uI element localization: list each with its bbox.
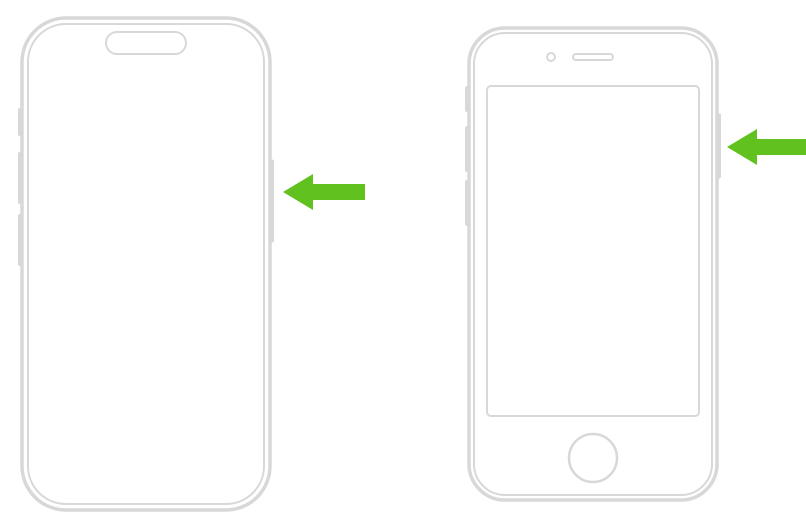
front-camera [547,53,555,61]
phone-body [469,28,717,500]
phone-screen-edge [28,24,264,504]
modern-iphone [18,14,274,514]
home-button [569,434,617,482]
side-button-arrow-modern [283,170,373,214]
earpiece [573,54,613,60]
phone-screen [487,86,699,416]
arrow-left-icon [727,129,806,165]
side-button-arrow-home [727,125,806,169]
phone-body-inner [474,33,712,495]
home-button-iphone [465,24,721,504]
arrow-left-icon [283,174,365,210]
dynamic-island [106,32,186,54]
phone-body [22,18,270,510]
